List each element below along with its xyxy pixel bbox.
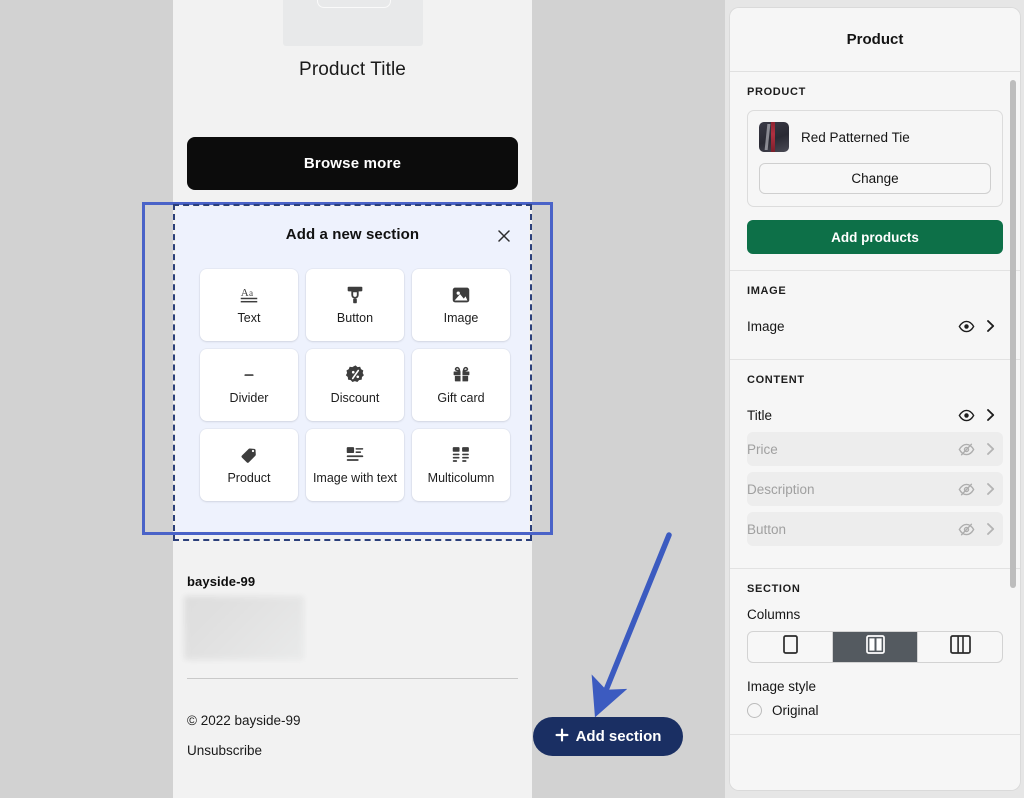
- columns-option-one[interactable]: [748, 632, 833, 662]
- columns-option-two[interactable]: [833, 632, 918, 662]
- columns-option-three[interactable]: [918, 632, 1002, 662]
- chevron-right-icon[interactable]: [979, 442, 1001, 456]
- browse-more-button[interactable]: Browse more: [187, 137, 518, 190]
- section-tile-label: Image: [443, 310, 479, 325]
- content-section-label: CONTENT: [747, 374, 805, 386]
- section-tile-multicolumn[interactable]: Multicolumn: [412, 429, 510, 501]
- section-tile-gift-card[interactable]: Gift card: [412, 349, 510, 421]
- panel-scroll-area: PRODUCT Red Patterned Tie Change Add pro…: [730, 72, 1020, 790]
- setting-row-label: Description: [747, 481, 815, 497]
- footer-divider: [187, 678, 518, 679]
- chevron-right-icon[interactable]: [979, 522, 1001, 536]
- section-tile-label: Discount: [330, 390, 380, 405]
- one-column-icon: [782, 635, 798, 659]
- section-type-grid: A a Text Button Image Divider Discount G…: [200, 269, 510, 501]
- section-tile-discount[interactable]: Discount: [306, 349, 404, 421]
- section-tile-text[interactable]: A a Text: [200, 269, 298, 341]
- add-products-button[interactable]: Add products: [747, 220, 1003, 254]
- eye-icon[interactable]: [953, 407, 979, 424]
- divider-icon: [238, 364, 260, 386]
- image-settings-section: IMAGE Image: [730, 271, 1020, 360]
- product-tag-icon: [239, 444, 260, 466]
- selected-product-row: Red Patterned Tie: [759, 122, 991, 152]
- hero-image-placeholder: [283, 0, 423, 46]
- discount-badge-icon: [345, 364, 366, 386]
- product-settings-section: PRODUCT Red Patterned Tie Change Add pro…: [730, 72, 1020, 271]
- add-new-section-title: Add a new section: [285, 226, 420, 243]
- setting-row-description[interactable]: Description: [747, 472, 1003, 506]
- image-with-text-icon: [344, 444, 366, 466]
- selected-product-card: Red Patterned Tie Change: [747, 110, 1003, 207]
- image-style-option-label: Original: [772, 703, 819, 718]
- setting-row-label: Button: [747, 521, 787, 537]
- three-column-icon: [949, 635, 971, 659]
- section-tile-image-with-text[interactable]: Image with text: [306, 429, 404, 501]
- product-name: Red Patterned Tie: [801, 129, 910, 145]
- section-tile-label: Image with text: [312, 470, 398, 485]
- svg-text:A: A: [241, 287, 249, 299]
- product-thumbnail-icon: [759, 122, 789, 152]
- app-root: Product Title Browse more bayside-99 © 2…: [0, 0, 1024, 798]
- plus-icon: [555, 728, 569, 746]
- section-tile-label: Button: [336, 310, 374, 325]
- section-tile-label: Gift card: [437, 390, 485, 405]
- panel-scrollbar[interactable]: [1010, 80, 1016, 588]
- section-settings-section: SECTION Columns Image style Original: [730, 569, 1020, 735]
- settings-panel: Product PRODUCT Red Patterned Tie Change…: [725, 0, 1024, 798]
- section-section-label: SECTION: [747, 583, 801, 595]
- section-tile-label: Text: [237, 310, 261, 325]
- change-product-button[interactable]: Change: [759, 163, 991, 194]
- section-tile-label: Divider: [229, 390, 269, 405]
- section-tile-product[interactable]: Product: [200, 429, 298, 501]
- image-style-label: Image style: [747, 679, 817, 694]
- email-product-title: Product Title: [299, 59, 406, 80]
- section-tile-button[interactable]: Button: [306, 269, 404, 341]
- setting-row-title[interactable]: Title: [747, 398, 1003, 432]
- eye-off-icon[interactable]: [953, 521, 979, 538]
- add-new-section-popover: Add a new section A a Text Button Image …: [176, 207, 529, 531]
- section-tile-label: Product: [227, 470, 271, 485]
- email-canvas: Product Title Browse more bayside-99 © 2…: [0, 0, 725, 798]
- eye-icon[interactable]: [953, 318, 979, 335]
- setting-row-button[interactable]: Button: [747, 512, 1003, 546]
- chevron-right-icon[interactable]: [979, 319, 1001, 333]
- two-column-icon: [865, 635, 885, 659]
- image-icon: [450, 284, 472, 306]
- eye-off-icon[interactable]: [953, 441, 979, 458]
- columns-segmented-control: [747, 631, 1003, 663]
- setting-row-image[interactable]: Image: [747, 309, 1003, 343]
- button-icon: [344, 284, 366, 306]
- setting-row-price[interactable]: Price: [747, 432, 1003, 466]
- eye-off-icon[interactable]: [953, 481, 979, 498]
- panel-title: Product: [730, 8, 1020, 72]
- columns-label: Columns: [747, 607, 801, 622]
- arrow-pointing-down-left-icon: [591, 532, 672, 718]
- email-copyright: © 2022 bayside-99: [187, 713, 301, 728]
- svg-text:a: a: [249, 288, 253, 298]
- content-settings-section: CONTENT Title Price Description Button: [730, 360, 1020, 569]
- chevron-right-icon[interactable]: [979, 408, 1001, 422]
- email-brand-logo: [184, 596, 304, 660]
- gift-card-icon: [451, 364, 472, 386]
- section-tile-label: Multicolumn: [427, 470, 495, 485]
- image-style-option-original[interactable]: Original: [747, 703, 1003, 718]
- text-aa-icon: A a: [238, 284, 260, 306]
- email-brand-name: bayside-99: [187, 574, 256, 589]
- email-unsubscribe-link[interactable]: Unsubscribe: [187, 743, 262, 758]
- product-section-label: PRODUCT: [747, 86, 806, 98]
- multicolumn-icon: [450, 444, 472, 466]
- chevron-right-icon[interactable]: [979, 482, 1001, 496]
- section-tile-image[interactable]: Image: [412, 269, 510, 341]
- add-section-button[interactable]: Add section: [533, 717, 683, 756]
- setting-row-label: Price: [747, 441, 778, 457]
- radio-button-icon[interactable]: [747, 703, 762, 718]
- settings-panel-card: Product PRODUCT Red Patterned Tie Change…: [730, 8, 1020, 790]
- setting-row-label: Title: [747, 407, 773, 423]
- section-tile-divider[interactable]: Divider: [200, 349, 298, 421]
- setting-row-label: Image: [747, 318, 785, 334]
- add-section-label: Add section: [575, 728, 662, 745]
- close-icon[interactable]: [493, 225, 515, 247]
- image-section-label: IMAGE: [747, 285, 787, 297]
